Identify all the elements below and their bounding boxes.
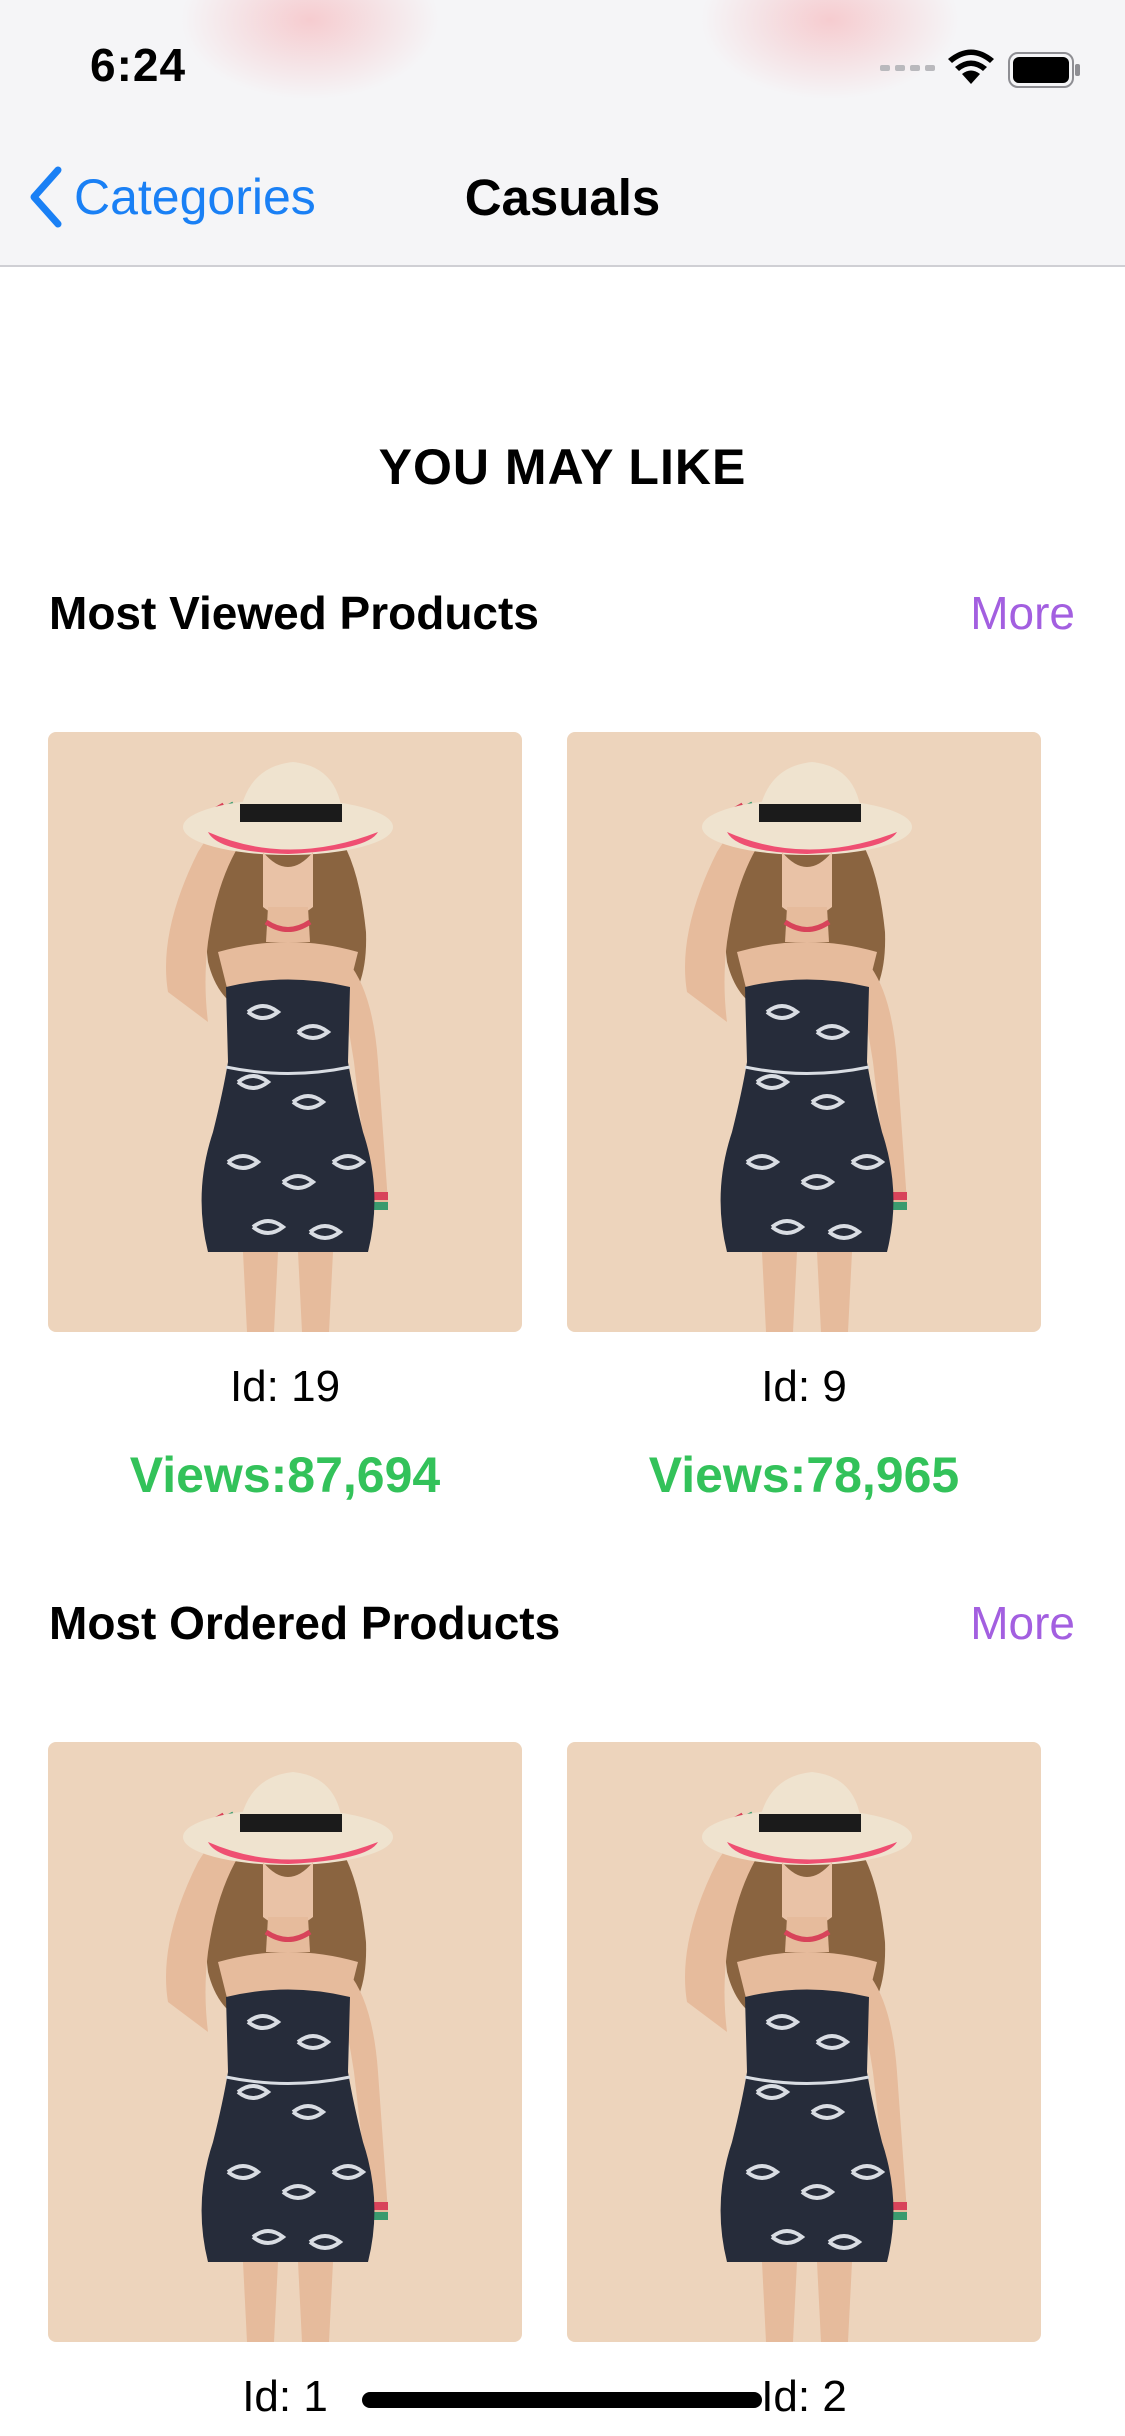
status-time: 6:24	[90, 39, 187, 91]
product-id: Id: 9	[761, 1362, 847, 1411]
product-views: Views:78,965	[648, 1447, 960, 1503]
model-photo	[567, 732, 1041, 1332]
model-photo	[48, 1742, 522, 2342]
background-blur	[700, 0, 960, 100]
product-image[interactable]	[567, 732, 1041, 1332]
navigation-header: 6:24 Categories Casuals	[0, 0, 1125, 267]
cellular-signal-icon	[880, 65, 935, 71]
background-blur	[180, 0, 440, 100]
most-ordered-title: Most Ordered Products	[49, 1597, 561, 1649]
most-ordered-more-button[interactable]: More	[970, 1596, 1075, 1650]
model-photo	[567, 1742, 1041, 2342]
most-viewed-more-button[interactable]: More	[970, 586, 1075, 640]
product-image[interactable]	[48, 1742, 522, 2342]
product-views: Views:87,694	[129, 1447, 441, 1503]
page-title: Casuals	[464, 169, 661, 226]
wifi-icon	[948, 49, 994, 84]
you-may-like-heading: YOU MAY LIKE	[378, 439, 747, 495]
battery-icon	[1008, 52, 1080, 88]
product-image[interactable]	[567, 1742, 1041, 2342]
home-indicator[interactable]	[362, 2392, 762, 2408]
product-image[interactable]	[48, 732, 522, 1332]
model-photo	[48, 732, 522, 1332]
most-viewed-title: Most Viewed Products	[49, 587, 539, 639]
product-id: Id: 19	[229, 1362, 341, 1411]
